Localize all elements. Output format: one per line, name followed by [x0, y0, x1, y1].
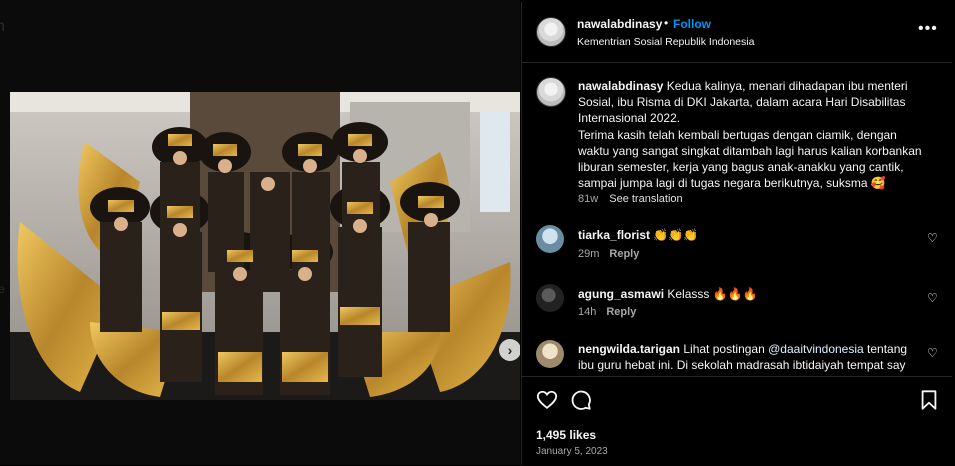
more-options-icon[interactable]: ••• [918, 20, 938, 38]
commenter-avatar[interactable] [536, 284, 564, 312]
comment-body: 👏👏👏 [653, 228, 699, 242]
comment-text: agung_asmawi Kelasss 🔥🔥🔥 [578, 286, 923, 302]
post-actions: 1,495 likes January 5, 2023 [522, 376, 952, 466]
see-translation-link[interactable]: See translation [609, 193, 682, 205]
comment-text: tiarka_florist 👏👏👏 [578, 227, 923, 243]
post-date[interactable]: January 5, 2023 [536, 446, 608, 457]
post-photo-illustration [10, 92, 520, 400]
comment-body-start: Lihat postingan [683, 342, 765, 356]
reply-button[interactable]: Reply [609, 248, 639, 260]
post-caption: nawalabdinasy Kedua kalinya, menari diha… [578, 78, 928, 191]
comment-meta: 14h Reply [578, 306, 636, 318]
comment-item: tiarka_florist 👏👏👏 29m Reply ♡ [522, 223, 952, 283]
caption-age: 81w [578, 193, 599, 205]
chevron-right-icon: › [507, 342, 513, 358]
caption-meta: 81w See translation [578, 193, 683, 205]
comment-item: nengwilda.tarigan Lihat postingan @daait… [522, 338, 952, 376]
heart-icon[interactable] [536, 389, 558, 411]
follow-button[interactable]: Follow [673, 17, 711, 31]
reply-button[interactable]: Reply [606, 306, 636, 318]
caption-text-2: Terima kasih telah kembali bertugas deng… [578, 127, 922, 191]
post-image[interactable]: › [10, 92, 520, 400]
post-side-panel: nawalabdinasy • Follow Kementrian Sosial… [521, 2, 952, 466]
post-header: nawalabdinasy • Follow Kementrian Sosial… [522, 2, 952, 63]
header-separator: • [664, 16, 669, 30]
comment-mention-link[interactable]: @daaitvindonesia [768, 342, 864, 356]
comment-age: 29m [578, 248, 600, 260]
comment-age: 14h [578, 306, 597, 318]
comment-like-icon[interactable]: ♡ [927, 291, 938, 305]
comment-like-icon[interactable]: ♡ [927, 346, 938, 360]
bookmark-icon[interactable] [918, 389, 940, 411]
commenter-avatar[interactable] [536, 340, 564, 368]
post-location[interactable]: Kementrian Sosial Republik Indonesia [577, 36, 754, 48]
comment-body: Kelasss 🔥🔥🔥 [667, 287, 758, 301]
author-username[interactable]: nawalabdinasy [577, 17, 662, 31]
commenter-avatar[interactable] [536, 225, 564, 253]
comment-username[interactable]: nengwilda.tarigan [578, 342, 680, 356]
comments-scroll-area[interactable]: nawalabdinasy Kedua kalinya, menari diha… [522, 63, 952, 376]
comment-item: agung_asmawi Kelasss 🔥🔥🔥 14h Reply ♡ [522, 282, 952, 342]
comment-like-icon[interactable]: ♡ [927, 231, 938, 245]
comment-text: nengwilda.tarigan Lihat postingan @daait… [578, 341, 923, 376]
comment-username[interactable]: agung_asmawi [578, 287, 664, 301]
background-ghost-text-2: e [0, 282, 5, 296]
comment-username[interactable]: tiarka_florist [578, 228, 650, 242]
caption-author-avatar[interactable] [536, 77, 566, 107]
background-ghost-text: n [0, 18, 5, 35]
comment-meta: 29m Reply [578, 248, 639, 260]
author-avatar[interactable] [536, 17, 566, 47]
caption-username[interactable]: nawalabdinasy [578, 79, 663, 93]
carousel-next-button[interactable]: › [499, 339, 520, 361]
comment-icon[interactable] [570, 389, 592, 411]
likes-count[interactable]: 1,495 likes [536, 428, 596, 442]
